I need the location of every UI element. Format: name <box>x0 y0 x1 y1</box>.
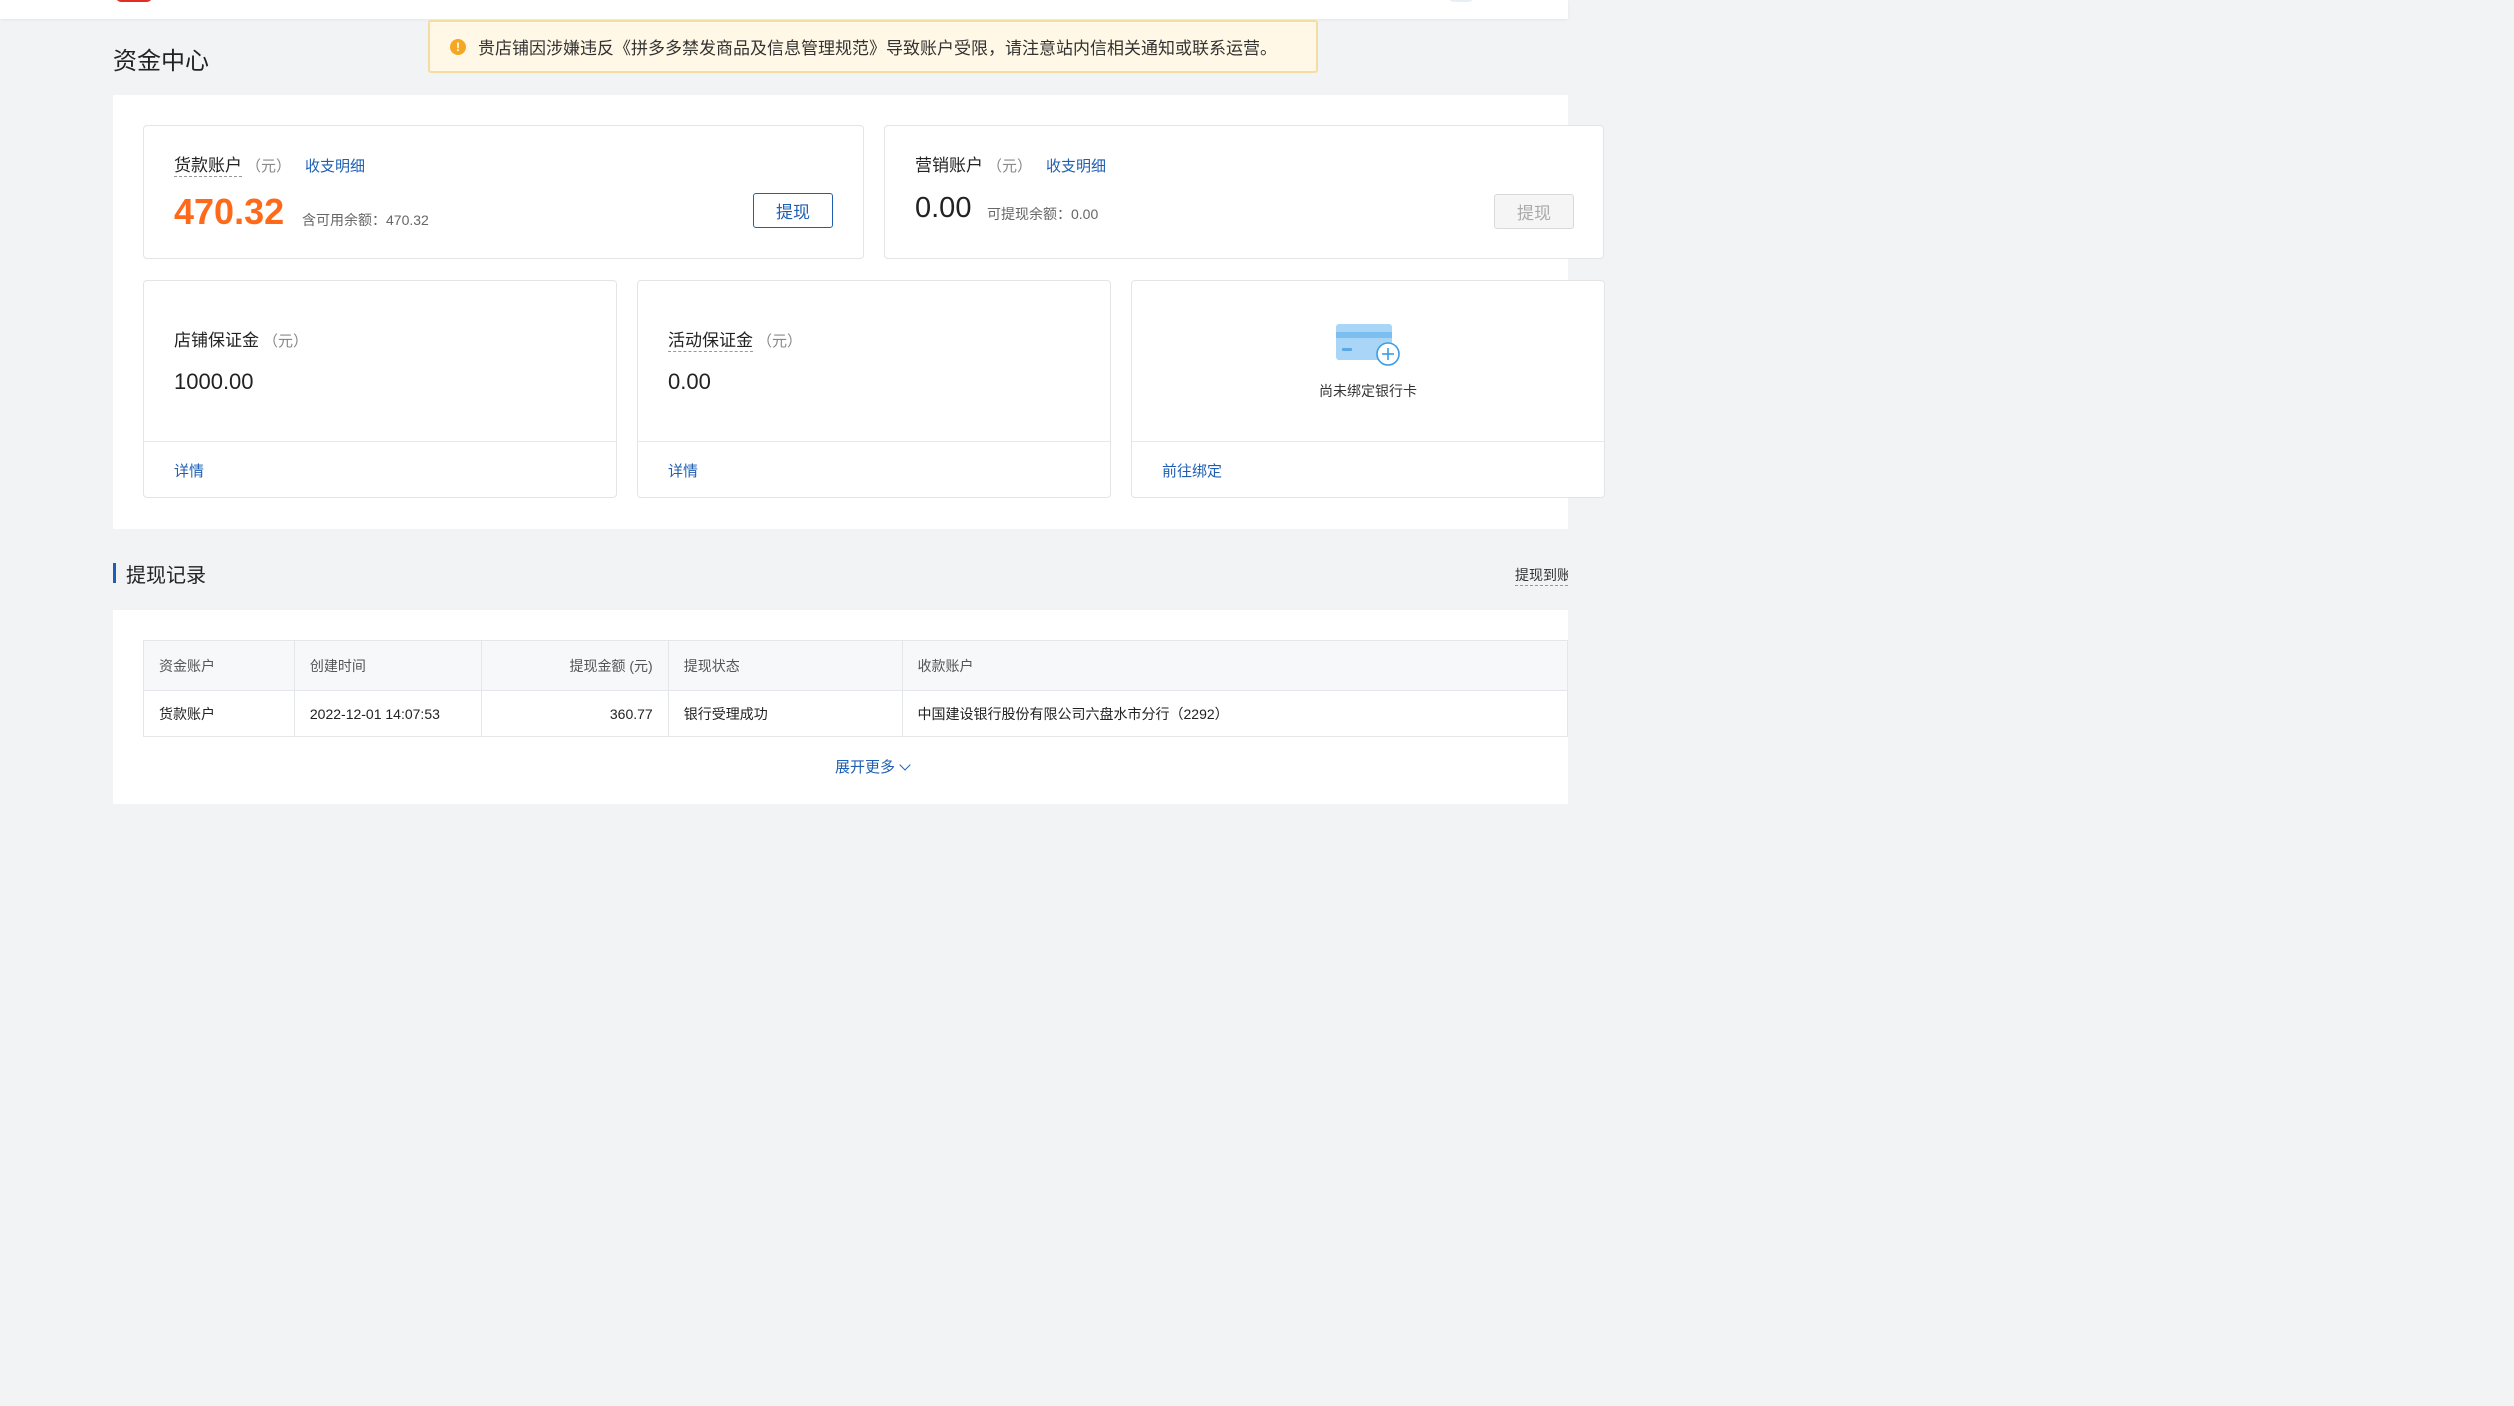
activity-deposit-label[interactable]: 活动保证金 <box>668 331 753 352</box>
goods-account-amount: 470.32 <box>174 191 285 232</box>
goods-account-unit: （元） <box>246 158 292 175</box>
funds-panel: 货款账户 （元） 收支明细 470.32 含可用余额：470.32 提现 营销账… <box>113 95 1605 529</box>
logo[interactable] <box>116 0 152 2</box>
divider <box>1132 441 1604 442</box>
shop-deposit-amount: 1000.00 <box>174 369 254 394</box>
bank-card-card: 尚未绑定银行卡 前往绑定 <box>1131 280 1605 498</box>
shop-deposit-card: 店铺保证金 （元） 1000.00 详情 <box>143 280 617 498</box>
alert-message: 贵店铺因涉嫌违反《拼多多禁发商品及信息管理规范》导致账户受限，请注意站内信相关通… <box>478 39 1277 58</box>
goods-account-label[interactable]: 货款账户 <box>174 156 242 177</box>
marketing-account-card: 营销账户 （元） 收支明细 0.00 可提现余额：0.00 提现 <box>884 125 1604 259</box>
withdraw-records-panel: 资金账户 创建时间 提现金额 (元) 提现状态 收款账户 货款账户 2022-1… <box>113 610 1569 804</box>
withdraw-records-table: 资金账户 创建时间 提现金额 (元) 提现状态 收款账户 货款账户 2022-1… <box>143 640 1569 737</box>
activity-deposit-amount: 0.00 <box>668 369 711 394</box>
marketing-account-amount: 0.00 <box>915 192 972 224</box>
bind-bank-card-link[interactable]: 前往绑定 <box>1162 460 1222 481</box>
shop-deposit-detail-link[interactable]: 详情 <box>174 460 204 481</box>
chevron-down-icon <box>899 758 911 771</box>
shop-deposit-unit: （元） <box>263 333 309 350</box>
warning-icon: ! <box>450 38 466 55</box>
column-header-status: 提现状态 <box>667 640 903 691</box>
table-header-row: 资金账户 创建时间 提现金额 (元) 提现状态 收款账户 <box>143 640 1569 691</box>
goods-account-detail-link[interactable]: 收支明细 <box>305 155 365 176</box>
shop-deposit-label: 店铺保证金 <box>174 331 259 350</box>
column-header-receiving-account: 收款账户 <box>901 640 1569 691</box>
marketing-account-unit: （元） <box>987 158 1033 175</box>
bank-card-status: 尚未绑定银行卡 <box>1319 383 1417 399</box>
table-row: 货款账户 2022-12-01 14:07:53 360.77 银行受理成功 中… <box>143 690 1569 737</box>
column-header-account: 资金账户 <box>143 640 295 691</box>
top-navigation-bar <box>0 0 1568 19</box>
divider <box>638 441 1110 442</box>
marketing-account-withdrawable-balance: 可提现余额：0.00 <box>987 206 1099 222</box>
cell-receiving-account: 中国建设银行股份有限公司六盘水市分行（2292） <box>901 690 1569 737</box>
goods-account-available-balance: 含可用余额：470.32 <box>302 212 429 228</box>
cell-amount: 360.77 <box>480 690 669 737</box>
withdraw-records-title: 提现记录 <box>113 562 206 587</box>
cell-account: 货款账户 <box>143 690 295 737</box>
divider <box>144 441 616 442</box>
avatar[interactable] <box>1448 0 1474 2</box>
section-accent-bar <box>113 563 116 583</box>
bank-card-add-icon <box>1336 324 1400 366</box>
withdraw-records-title-text: 提现记录 <box>126 564 206 587</box>
restriction-alert: ! 贵店铺因涉嫌违反《拼多多禁发商品及信息管理规范》导致账户受限，请注意站内信相… <box>428 20 1318 73</box>
activity-deposit-unit: （元） <box>757 333 803 350</box>
activity-deposit-card: 活动保证金 （元） 0.00 详情 <box>637 280 1111 498</box>
column-header-created-time: 创建时间 <box>293 640 482 691</box>
marketing-withdraw-button[interactable]: 提现 <box>1494 194 1574 229</box>
goods-account-card: 货款账户 （元） 收支明细 470.32 含可用余额：470.32 提现 <box>143 125 864 259</box>
column-header-amount: 提现金额 (元) <box>480 640 669 691</box>
marketing-account-label: 营销账户 <box>915 156 983 175</box>
cell-status: 银行受理成功 <box>667 690 903 737</box>
goods-withdraw-button[interactable]: 提现 <box>753 193 833 228</box>
expand-more-button[interactable]: 展开更多 <box>835 756 911 777</box>
activity-deposit-detail-link[interactable]: 详情 <box>668 460 698 481</box>
marketing-account-detail-link[interactable]: 收支明细 <box>1046 155 1106 176</box>
expand-more-label[interactable]: 展开更多 <box>835 756 895 777</box>
page-title: 资金中心 <box>113 48 209 75</box>
withdraw-arrival-link[interactable]: 提现到账 <box>1515 565 1568 586</box>
cell-created-time: 2022-12-01 14:07:53 <box>293 690 482 737</box>
